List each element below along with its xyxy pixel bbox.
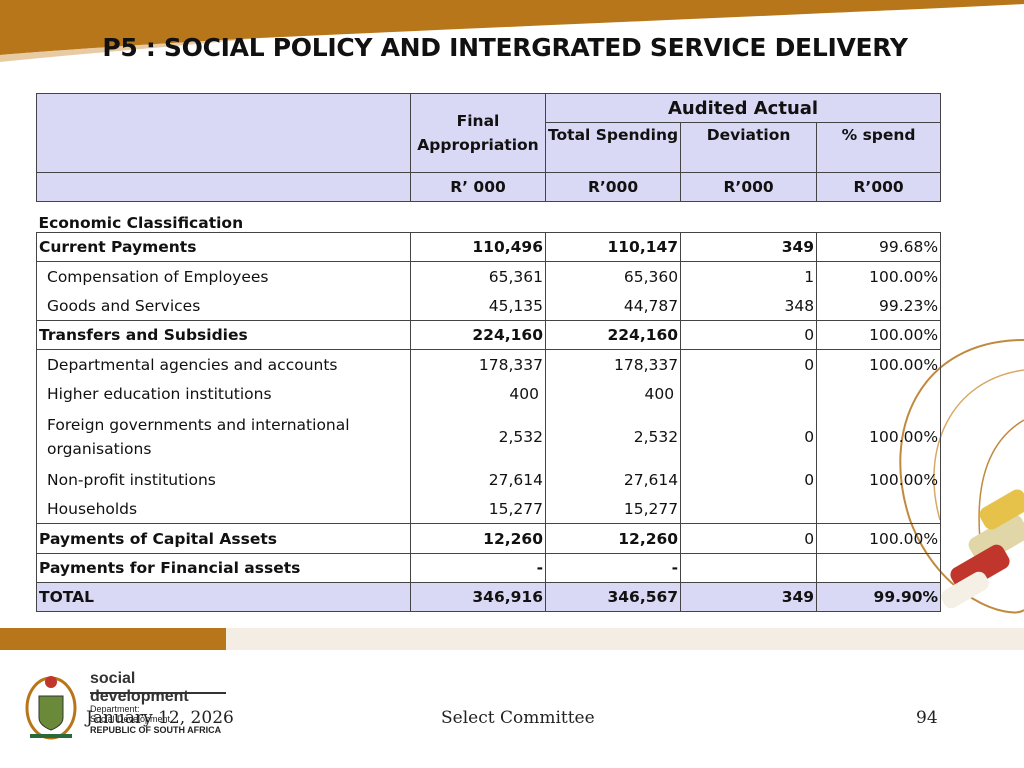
row-label: Non-profit institutions: [36, 464, 411, 495]
cell-total-spending: 27,614: [544, 464, 681, 495]
row-label: Departmental agencies and accounts: [36, 349, 411, 380]
cell-deviation: 0: [680, 408, 817, 465]
cell-final-appropriation: 45,135: [410, 291, 546, 321]
cell-pct-spend: 99.23%: [816, 291, 942, 321]
cell-pct-spend: [816, 553, 942, 583]
cell-deviation: 1: [680, 261, 817, 292]
total-final-appropriation: 346,916: [410, 582, 546, 612]
cell-final-appropriation: 224,160: [410, 320, 546, 350]
cell-total-spending: 178,337: [544, 349, 681, 380]
row-label: Payments for Financial assets: [36, 553, 411, 583]
cell-deviation: [680, 494, 817, 524]
unit-deviation: R’000: [680, 172, 818, 202]
cell-pct-spend: 100.00%: [816, 523, 942, 554]
bottom-decorative-band: [0, 628, 1024, 650]
cell-pct-spend: 100.00%: [816, 261, 942, 292]
header-deviation: Deviation: [680, 122, 818, 173]
cell-deviation: [680, 379, 817, 409]
header-total-spending: Total Spending: [544, 122, 682, 173]
cell-total-spending: 15,277: [544, 494, 681, 524]
logo-divider: [90, 692, 226, 694]
cell-total-spending: 224,160: [544, 320, 681, 350]
cell-pct-spend: 100.00%: [816, 408, 942, 465]
header-pct-spend: % spend: [816, 122, 942, 173]
row-label-line1: Foreign governments and international: [47, 415, 350, 434]
footer-date: January 12, 2026: [86, 708, 234, 728]
cell-final-appropriation: 27,614: [410, 464, 546, 495]
cell-final-appropriation: 2,532: [410, 408, 546, 465]
page-title: P5 : SOCIAL POLICY AND INTERGRATED SERVI…: [102, 33, 908, 62]
total-label: TOTAL: [36, 582, 411, 612]
cell-total-spending: 44,787: [544, 291, 681, 321]
coat-of-arms-icon: [25, 676, 77, 740]
row-label: Current Payments: [36, 232, 411, 262]
cell-total-spending: 65,360: [544, 261, 681, 292]
cell-deviation: 0: [680, 349, 817, 380]
cell-final-appropriation: 12,260: [410, 523, 546, 554]
cell-deviation: 0: [680, 523, 817, 554]
unit-total-spending: R’000: [544, 172, 682, 202]
cell-total-spending: 2,532: [544, 408, 681, 465]
row-label: Compensation of Employees: [36, 261, 411, 292]
row-label: Households: [36, 494, 411, 524]
cell-total-spending: -: [544, 553, 681, 583]
cell-pct-spend: 99.68%: [816, 232, 942, 262]
cell-deviation: 0: [680, 464, 817, 495]
cell-pct-spend: [816, 379, 942, 409]
header-blank-cell-2: [36, 172, 411, 202]
page-number: 94: [916, 708, 938, 728]
row-label: Payments of Capital Assets: [36, 523, 411, 554]
row-label: Transfers and Subsidies: [36, 320, 411, 350]
footer-center: Select Committee: [441, 708, 595, 728]
row-label: Higher education institutions: [36, 379, 411, 409]
header-audited-actual: Audited Actual: [544, 93, 942, 123]
header-final-appropriation: Final Appropriation: [410, 93, 546, 173]
cell-final-appropriation: 15,277: [410, 494, 546, 524]
cell-final-appropriation: 400: [410, 379, 546, 409]
header-blank-cell: [36, 93, 411, 173]
cell-pct-spend: 100.00%: [816, 320, 942, 350]
cell-total-spending: 12,260: [544, 523, 681, 554]
total-deviation: 349: [680, 582, 818, 612]
unit-final-appropriation: R’ 000: [410, 172, 546, 202]
cell-pct-spend: 100.00%: [816, 349, 942, 380]
row-label: Goods and Services: [36, 291, 411, 321]
cell-final-appropriation: -: [410, 553, 546, 583]
cell-final-appropriation: 65,361: [410, 261, 546, 292]
logo-title: social development: [90, 670, 189, 705]
cell-pct-spend: 100.00%: [816, 464, 942, 495]
cell-final-appropriation: 110,496: [410, 232, 546, 262]
total-total-spending: 346,567: [544, 582, 682, 612]
cell-final-appropriation: 178,337: [410, 349, 546, 380]
row-label-line2: organisations: [47, 439, 152, 458]
cell-total-spending: 110,147: [544, 232, 681, 262]
cell-deviation: [680, 553, 817, 583]
cell-pct-spend: [816, 494, 942, 524]
cell-deviation: 348: [680, 291, 817, 321]
budget-table: Final Appropriation Audited Actual Total…: [36, 93, 942, 612]
unit-pct-spend: R’000: [816, 172, 942, 202]
cell-deviation: 349: [680, 232, 817, 262]
total-pct-spend: 99.90%: [816, 582, 942, 612]
row-label-multiline: Foreign governments and international or…: [36, 408, 411, 465]
cell-deviation: 0: [680, 320, 817, 350]
section-label: Economic Classification: [38, 214, 244, 232]
cell-total-spending: 400: [544, 379, 681, 409]
